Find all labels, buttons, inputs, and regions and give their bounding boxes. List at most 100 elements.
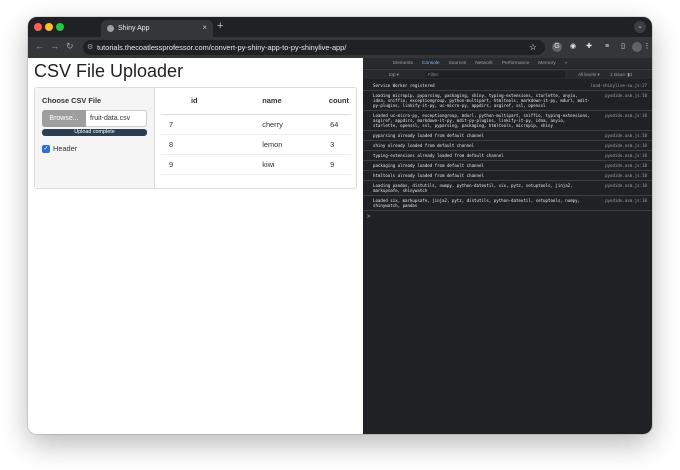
reading-list-icon[interactable]: ≡ [602, 42, 612, 52]
tab-more[interactable]: » [565, 61, 568, 66]
cell-count: 64 [302, 114, 351, 135]
browser-window: Shiny App × + ⌄ ← → ↻ ⚙ tutorials.thecoa… [28, 17, 652, 434]
close-window-button[interactable] [34, 23, 42, 31]
console-log: Loading micropip, pyparsing, packaging, … [363, 91, 652, 111]
address-bar[interactable]: ⚙ tutorials.thecoatlessprofessor.com/con… [83, 40, 545, 55]
cell-name: lemon [210, 134, 303, 155]
log-source[interactable]: pyodide.asm.js:10 [605, 183, 647, 188]
table-row: 8 lemon 3 [161, 134, 351, 155]
column-header-count[interactable]: count [302, 88, 351, 115]
bookmark-star-icon[interactable]: ☆ [529, 42, 537, 53]
console-log: htmltools already loaded from default ch… [363, 171, 652, 181]
tab-performance[interactable]: Performance [502, 61, 529, 66]
cell-count: 3 [302, 134, 351, 155]
column-header-id[interactable]: id [161, 88, 211, 115]
browse-button[interactable]: Browse... [42, 110, 86, 127]
log-text: Loading micropip, pyparsing, packaging, … [373, 93, 590, 108]
cell-name: cherry [210, 114, 303, 135]
tab-title: Shiny App [118, 25, 150, 32]
devtools-panel: Elements Console Sources Network Perform… [363, 58, 652, 434]
tab-search-icon[interactable]: ⌄ [634, 21, 646, 33]
console-log: packaging already loaded from default ch… [363, 161, 652, 171]
log-text: shiny already loaded from default channe… [373, 143, 475, 148]
tab-sources[interactable]: Sources [449, 61, 467, 66]
log-source[interactable]: pyodide.asm.js:10 [605, 198, 647, 203]
app-card: Choose CSV File Browse... fruit-data.csv… [34, 87, 357, 189]
log-source[interactable]: pyodide.asm.js:10 [605, 133, 647, 138]
cell-count: 9 [302, 154, 351, 175]
console-log: Loaded six, markupsafe, jinja2, pytz, di… [363, 196, 652, 211]
tab-elements[interactable]: Elements [393, 61, 413, 66]
tab-close-icon[interactable]: × [202, 23, 207, 32]
cell-id: 7 [161, 114, 211, 135]
extension-icon[interactable]: ◉ [568, 42, 578, 52]
side-panel-icon[interactable]: ▯ [618, 42, 628, 52]
log-text: Loaded uc-micro-py, exceptiongroup, mdur… [373, 113, 590, 128]
tab-bar: Shiny App × + ⌄ [28, 17, 652, 37]
console-output: Service Worker registered load-shinylive-… [363, 81, 652, 222]
context-selector[interactable]: top ▾ [389, 72, 399, 78]
puzzle-icon[interactable]: ✚ [584, 42, 594, 52]
log-source[interactable]: pyodide.asm.js:10 [605, 113, 647, 118]
console-prompt[interactable]: > [363, 211, 652, 222]
browser-tab[interactable]: Shiny App × [101, 20, 213, 37]
maximize-window-button[interactable] [56, 23, 64, 31]
console-log: typing-extensions already loaded from de… [363, 151, 652, 161]
log-text: pyparsing already loaded from default ch… [373, 133, 484, 138]
devtools-tabs: Elements Console Sources Network Perform… [363, 58, 652, 68]
reload-icon[interactable]: ↻ [66, 41, 74, 52]
issues-badge[interactable]: 1 Issue: ▮1 [610, 72, 632, 78]
app-viewport: CSV File Uploader Choose CSV File Browse… [28, 58, 363, 434]
extension-icon[interactable]: G [552, 42, 562, 52]
log-levels-dropdown[interactable]: All levels ▾ [578, 72, 600, 78]
page-title: CSV File Uploader [34, 61, 184, 81]
file-input-label: Choose CSV File [42, 96, 102, 105]
log-source[interactable]: pyodide.asm.js:10 [605, 153, 647, 158]
header-checkbox-row[interactable]: ✓ Header [42, 144, 77, 153]
console-filter-bar: top ▾ Filter All levels ▾ 1 Issue: ▮1 [363, 69, 652, 79]
header-checkbox[interactable]: ✓ [42, 144, 50, 153]
new-tab-button[interactable]: + [217, 20, 223, 32]
table-header-row: id name count [161, 88, 351, 115]
log-text: Service Worker registered [373, 83, 435, 88]
log-text: packaging already loaded from default ch… [373, 163, 484, 168]
file-input[interactable]: Browse... fruit-data.csv [42, 110, 147, 127]
back-arrow-icon[interactable]: ← [35, 41, 44, 51]
table-row: 7 cherry 64 [161, 114, 351, 135]
console-log: Loading pandas, distutils, numpy, python… [363, 181, 652, 196]
cell-id: 8 [161, 134, 211, 155]
console-log: Loaded uc-micro-py, exceptiongroup, mdur… [363, 111, 652, 131]
cell-id: 9 [161, 154, 211, 175]
console-log: Service Worker registered load-shinylive-… [363, 81, 652, 91]
filename-field: fruit-data.csv [86, 110, 147, 127]
data-table-panel: id name count 7 cherry 64 8 lemon 3 9 ki… [161, 88, 351, 188]
column-header-name[interactable]: name [210, 88, 303, 115]
log-source[interactable]: load-shinylive-sw.js:27 [590, 83, 647, 88]
log-source[interactable]: pyodide.asm.js:10 [605, 173, 647, 178]
tab-network[interactable]: Network [475, 61, 493, 66]
console-filter-input[interactable]: Filter [425, 71, 565, 78]
tab-memory[interactable]: Memory [538, 61, 555, 66]
forward-arrow-icon[interactable]: → [50, 41, 59, 51]
table-row: 9 kiwi 9 [161, 154, 351, 175]
browser-toolbar: ← → ↻ ⚙ tutorials.thecoatlessprofessor.c… [28, 37, 652, 58]
site-info-icon[interactable]: ⚙ [87, 43, 93, 51]
log-text: Loading pandas, distutils, numpy, python… [373, 183, 573, 193]
log-text: Loaded six, markupsafe, jinja2, pytz, di… [373, 198, 581, 208]
favicon-icon [107, 25, 114, 32]
tab-console[interactable]: Console [422, 61, 440, 66]
url-text: tutorials.thecoatlessprofessor.com/conve… [97, 43, 347, 52]
header-checkbox-label: Header [53, 144, 78, 153]
minimize-window-button[interactable] [45, 23, 53, 31]
log-source[interactable]: pyodide.asm.js:10 [605, 93, 647, 98]
console-log: pyparsing already loaded from default ch… [363, 131, 652, 141]
data-table: id name count 7 cherry 64 8 lemon 3 9 ki… [161, 88, 351, 175]
more-menu-icon[interactable]: ⋮ [642, 42, 652, 52]
cell-name: kiwi [210, 154, 303, 175]
upload-progress-bar: Upload complete [42, 129, 147, 136]
log-source[interactable]: pyodide.asm.js:10 [605, 163, 647, 168]
log-source[interactable]: pyodide.asm.js:10 [605, 143, 647, 148]
log-text: htmltools already loaded from default ch… [373, 173, 484, 178]
log-text: typing-extensions already loaded from de… [373, 153, 504, 158]
profile-icon[interactable] [632, 42, 642, 52]
